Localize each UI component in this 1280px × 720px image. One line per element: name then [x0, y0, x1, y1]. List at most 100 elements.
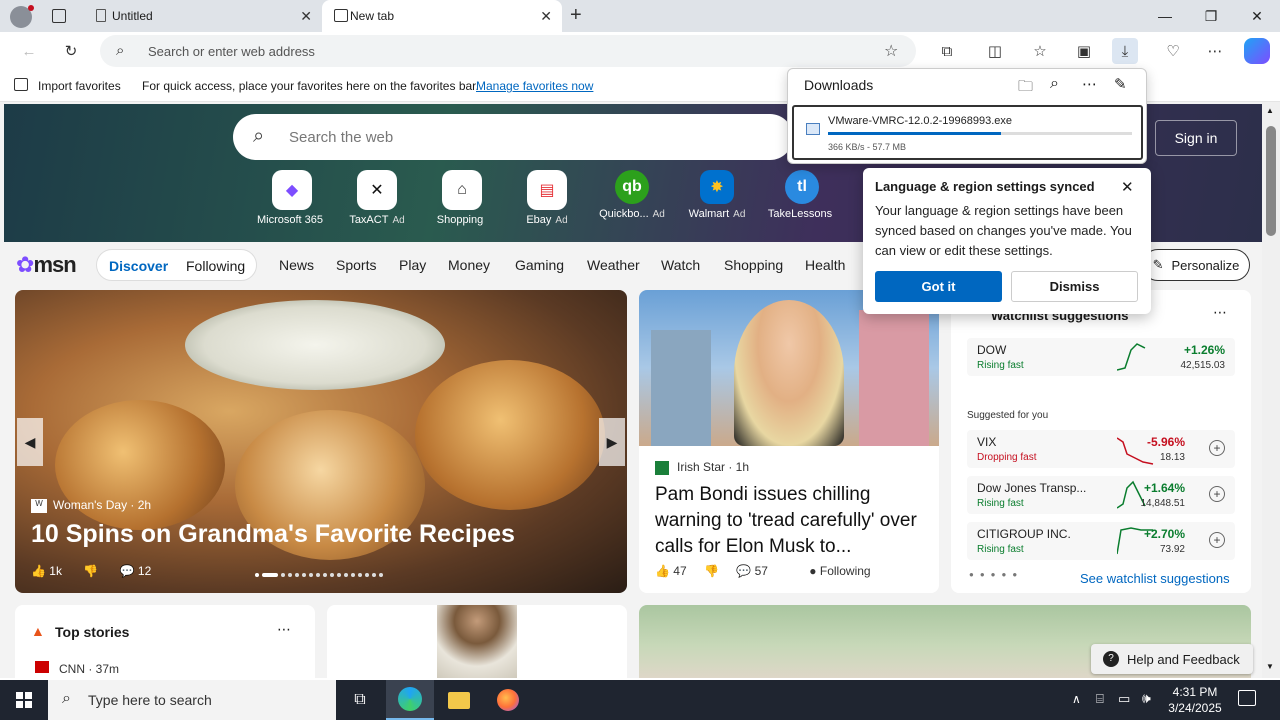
- file-explorer-taskbar-icon[interactable]: [435, 680, 483, 720]
- got-it-button[interactable]: Got it: [875, 271, 1002, 302]
- add-to-watchlist-button[interactable]: +: [1209, 532, 1225, 548]
- network-icon[interactable]: ⌸: [1096, 691, 1104, 707]
- nav-weather[interactable]: Weather: [587, 257, 640, 273]
- import-favorites-icon[interactable]: [14, 78, 28, 91]
- more-options-icon[interactable]: ⋯: [277, 621, 291, 638]
- quick-link-taxact[interactable]: ✕ TaxACT Ad: [337, 170, 417, 226]
- maximize-button[interactable]: ❐: [1188, 0, 1234, 32]
- tab-following[interactable]: Following: [186, 258, 245, 274]
- help-feedback-button[interactable]: ? Help and Feedback: [1091, 644, 1253, 674]
- address-bar[interactable]: ⌕ Search or enter web address ☆: [100, 35, 916, 67]
- quick-link-quickbooks[interactable]: qb Quickbo... Ad: [592, 170, 672, 220]
- task-view-button[interactable]: ⧉: [336, 680, 384, 720]
- nav-gaming[interactable]: Gaming: [515, 257, 564, 273]
- show-hidden-icons-icon[interactable]: ∧: [1072, 692, 1081, 706]
- stock-row-dow[interactable]: DOW Rising fast +1.26% 42,515.03: [967, 338, 1235, 376]
- open-folder-icon[interactable]: 🗀: [1018, 76, 1033, 101]
- carousel-dots[interactable]: [255, 572, 407, 578]
- dislike-icon[interactable]: 👎: [704, 564, 719, 578]
- nav-news[interactable]: News: [279, 257, 314, 273]
- web-search-box[interactable]: ⌕ Search the web: [233, 114, 793, 160]
- close-icon[interactable]: ✕: [1121, 178, 1134, 196]
- like-icon[interactable]: 👍: [655, 564, 670, 578]
- tab-actions-icon[interactable]: [52, 9, 66, 23]
- system-clock[interactable]: 4:31 PM 3/24/2025: [1166, 684, 1224, 716]
- nav-play[interactable]: Play: [399, 257, 426, 273]
- browser-essentials-icon[interactable]: ♡: [1160, 38, 1186, 64]
- watchlist-pager-dots[interactable]: ●●●●●: [969, 570, 1023, 579]
- dismiss-button[interactable]: Dismiss: [1011, 271, 1138, 302]
- hero-title[interactable]: 10 Spins on Grandma's Favorite Recipes: [31, 520, 515, 549]
- msn-logo[interactable]: ✿msn: [16, 252, 77, 278]
- hero-story-card[interactable]: ◀ ▶ W Woman's Day · 2h 10 Spins on Grandm…: [15, 290, 627, 593]
- quick-link-takelessons[interactable]: tl TakeLessons: [762, 170, 842, 220]
- close-tab-icon[interactable]: ✕: [540, 8, 552, 25]
- favorite-star-icon[interactable]: ☆: [884, 41, 898, 61]
- stock-row-dow-transports[interactable]: Dow Jones Transp... Rising fast +1.64% 1…: [967, 476, 1235, 514]
- pin-icon[interactable]: ✎: [1114, 75, 1127, 93]
- quick-link-ebay[interactable]: ▤ Ebay Ad: [507, 170, 587, 226]
- start-button[interactable]: [0, 680, 48, 720]
- fashion-card[interactable]: [327, 605, 627, 678]
- downloads-icon[interactable]: ⤓: [1112, 38, 1138, 64]
- comment-icon[interactable]: 💬: [736, 564, 751, 578]
- person-image: [734, 300, 844, 446]
- comment-icon[interactable]: 💬: [120, 564, 135, 578]
- downloads-flyout: Downloads 🗀 ⌕ ⋯ ✎ VMware-VMRC-12.0.2-199…: [787, 68, 1147, 164]
- split-screen-icon[interactable]: ◫: [982, 38, 1008, 64]
- refresh-icon[interactable]: ↻: [58, 38, 84, 64]
- nav-health[interactable]: Health: [805, 257, 845, 273]
- see-watchlist-link[interactable]: See watchlist suggestions: [1080, 571, 1230, 586]
- page-scrollbar[interactable]: ▲ ▼: [1262, 102, 1280, 678]
- personalize-button[interactable]: ✎ Personalize: [1142, 249, 1250, 281]
- quick-link-microsoft-365[interactable]: ◆ Microsoft 365: [252, 170, 332, 226]
- manage-favorites-link[interactable]: Manage favorites now: [476, 79, 593, 93]
- notifications-icon[interactable]: [1238, 690, 1256, 706]
- carousel-prev-button[interactable]: ◀: [17, 418, 43, 466]
- back-icon[interactable]: ←: [16, 38, 42, 64]
- import-favorites-link[interactable]: Import favorites: [38, 79, 121, 93]
- favorites-icon[interactable]: ☆: [1027, 38, 1053, 64]
- following-badge[interactable]: ● Following: [809, 564, 870, 578]
- nav-shopping[interactable]: Shopping: [724, 257, 783, 273]
- add-to-watchlist-button[interactable]: +: [1209, 440, 1225, 456]
- sign-in-button[interactable]: Sign in: [1155, 120, 1237, 156]
- more-options-icon[interactable]: ⋯: [1213, 304, 1227, 321]
- quick-link-walmart[interactable]: ✸ Walmart Ad: [677, 170, 757, 220]
- taskbar-search-box[interactable]: ⌕ Type here to search: [48, 680, 336, 720]
- like-icon[interactable]: 👍: [31, 564, 46, 578]
- copilot-icon[interactable]: [1244, 38, 1270, 64]
- edge-taskbar-icon[interactable]: [386, 680, 434, 720]
- firefox-taskbar-icon[interactable]: [484, 680, 532, 720]
- search-downloads-icon[interactable]: ⌕: [1050, 75, 1059, 93]
- scroll-down-arrow-icon[interactable]: ▼: [1266, 662, 1274, 671]
- close-tab-icon[interactable]: ✕: [300, 8, 312, 25]
- more-options-icon[interactable]: ⋯: [1082, 75, 1097, 93]
- quick-link-label: Walmart: [688, 208, 730, 220]
- volume-icon[interactable]: 🕪: [1142, 690, 1151, 707]
- download-item[interactable]: VMware-VMRC-12.0.2-19968993.exe 366 KB/s…: [792, 105, 1143, 160]
- news-story-card[interactable]: Irish Star · 1h Pam Bondi issues chillin…: [639, 290, 939, 593]
- settings-more-icon[interactable]: ⋯: [1202, 38, 1228, 64]
- scroll-thumb[interactable]: [1266, 126, 1276, 236]
- tab-new-tab[interactable]: New tab ✕: [322, 0, 562, 32]
- extensions-icon[interactable]: ⧉: [934, 38, 960, 64]
- close-window-button[interactable]: ✕: [1234, 0, 1280, 32]
- quick-link-shopping[interactable]: ⌂ Shopping: [422, 170, 502, 226]
- new-tab-button[interactable]: +: [570, 4, 582, 27]
- wifi-icon[interactable]: ▭: [1118, 691, 1130, 707]
- nav-watch[interactable]: Watch: [661, 257, 700, 273]
- tab-discover[interactable]: Discover: [109, 258, 168, 274]
- nav-money[interactable]: Money: [448, 257, 490, 273]
- minimize-button[interactable]: —: [1142, 0, 1188, 32]
- scroll-up-arrow-icon[interactable]: ▲: [1266, 106, 1274, 115]
- news-title[interactable]: Pam Bondi issues chilling warning to 'tr…: [655, 482, 925, 560]
- tab-untitled[interactable]: Untitled ✕: [84, 0, 322, 32]
- stock-row-citigroup[interactable]: CITIGROUP INC. Rising fast +2.70% 73.92 …: [967, 522, 1235, 560]
- nav-sports[interactable]: Sports: [336, 257, 376, 273]
- collections-icon[interactable]: ▣: [1071, 38, 1097, 64]
- stock-row-vix[interactable]: VIX Dropping fast -5.96% 18.13 +: [967, 430, 1235, 468]
- carousel-next-button[interactable]: ▶: [599, 418, 625, 466]
- dislike-icon[interactable]: 👎: [83, 564, 98, 578]
- add-to-watchlist-button[interactable]: +: [1209, 486, 1225, 502]
